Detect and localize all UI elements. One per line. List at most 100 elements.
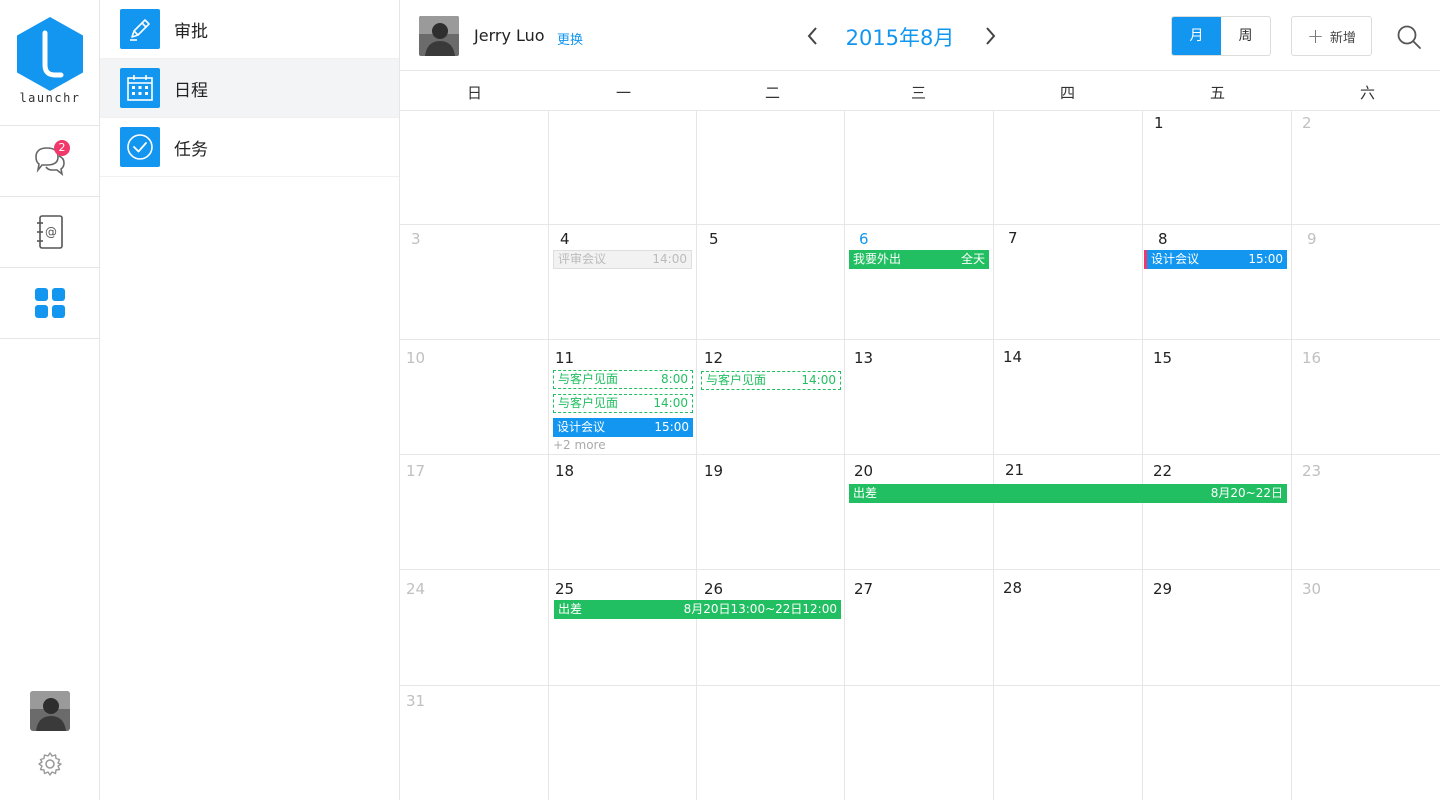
app-logo[interactable]: launchr (0, 0, 99, 126)
weekday-label: 五 (1209, 84, 1225, 102)
module-sidebar: 审批 日程 任务 (100, 0, 400, 800)
prev-month-button[interactable] (805, 24, 821, 52)
sidebar-item-label: 任务 (174, 139, 208, 160)
user-name: Jerry Luo (474, 26, 545, 45)
day-number[interactable]: 18 (555, 462, 574, 480)
day-number[interactable]: 16 (1302, 349, 1321, 367)
grid-line (1291, 111, 1292, 800)
event-title: 我要外出 (853, 252, 902, 266)
event-time: 15:00 (1248, 252, 1283, 266)
day-number[interactable]: 30 (1302, 580, 1321, 598)
grid-line (400, 569, 1440, 570)
apps-grid-icon (34, 288, 65, 318)
day-number[interactable]: 19 (704, 462, 723, 480)
calendar-event[interactable]: 设计会议 15:00 (553, 418, 693, 437)
calendar-event[interactable]: 与客户见面 14:00 (553, 394, 693, 413)
search-button[interactable] (1396, 24, 1422, 54)
event-title: 与客户见面 (558, 396, 619, 410)
event-time: 14:00 (653, 396, 688, 410)
day-number[interactable]: 29 (1153, 580, 1172, 598)
day-number[interactable]: 27 (854, 580, 873, 598)
sidebar-item-label: 日程 (174, 80, 208, 101)
day-number[interactable]: 2 (1302, 114, 1312, 132)
grid-line (1142, 111, 1143, 800)
chevron-right-icon (986, 27, 996, 45)
event-title: 与客户见面 (706, 373, 767, 387)
svg-text:@: @ (45, 225, 57, 239)
calendar-event[interactable]: 与客户见面 8:00 (553, 370, 693, 389)
settings-button[interactable] (37, 751, 63, 781)
more-events-link[interactable]: +2 more (553, 438, 606, 452)
launchr-logo-icon (17, 17, 83, 91)
view-week-button[interactable]: 周 (1221, 17, 1270, 55)
day-number[interactable]: 17 (406, 462, 425, 480)
weekday-label: 一 (615, 84, 631, 102)
event-title: 出差 (853, 486, 878, 500)
calendar-event[interactable]: 我要外出 全天 (849, 250, 989, 269)
event-title: 设计会议 (1151, 252, 1200, 266)
add-event-button[interactable]: + 新增 (1291, 16, 1372, 56)
calendar-header: Jerry Luo 更换 2015年8月 月 周 + 新增 (400, 0, 1440, 71)
day-number[interactable]: 10 (406, 349, 425, 367)
event-time: 8:00 (661, 372, 688, 386)
sidebar-item-schedule[interactable]: 日程 (100, 59, 399, 118)
add-event-label: 新增 (1329, 30, 1356, 46)
grid-line (400, 454, 1440, 455)
day-number-today[interactable]: 6 (859, 230, 869, 248)
day-number[interactable]: 4 (560, 230, 570, 248)
calendar-event[interactable]: 设计会议 15:00 (1144, 250, 1287, 269)
day-number[interactable]: 25 (555, 580, 574, 598)
day-number[interactable]: 24 (406, 580, 425, 598)
sidebar-item-tasks[interactable]: 任务 (100, 118, 399, 177)
schedule-icon-box (120, 68, 160, 108)
day-number[interactable]: 7 (1008, 229, 1018, 247)
day-number[interactable]: 15 (1153, 349, 1172, 367)
day-number[interactable]: 5 (709, 230, 719, 248)
gear-icon (38, 752, 62, 776)
day-number[interactable]: 20 (854, 462, 873, 480)
sidebar-item-label: 审批 (174, 21, 208, 42)
event-time: 8月20~22日 (1210, 486, 1283, 500)
day-number[interactable]: 11 (555, 349, 574, 367)
weekday-label: 六 (1359, 84, 1375, 102)
calendar-event[interactable]: 出差 8月20~22日 (849, 484, 1287, 503)
rail-apps[interactable] (0, 268, 99, 339)
tasks-icon-box (120, 127, 160, 167)
view-month-button[interactable]: 月 (1172, 17, 1221, 55)
sidebar-item-approval[interactable]: 审批 (100, 0, 399, 59)
search-icon (1397, 25, 1421, 49)
calendar-event[interactable]: 评审会议 14:00 (553, 250, 692, 269)
day-number[interactable]: 23 (1302, 462, 1321, 480)
day-number[interactable]: 31 (406, 692, 425, 710)
day-number[interactable]: 8 (1158, 230, 1168, 248)
calendar-event[interactable]: 与客户见面 14:00 (701, 371, 841, 390)
event-title: 评审会议 (558, 252, 607, 266)
day-number[interactable]: 26 (704, 580, 723, 598)
pen-icon (130, 19, 150, 41)
day-number[interactable]: 14 (1003, 348, 1022, 366)
day-number[interactable]: 22 (1153, 462, 1172, 480)
next-month-button[interactable] (982, 24, 998, 52)
event-title: 设计会议 (557, 420, 606, 434)
grid-line (844, 111, 845, 800)
event-title: 出差 (558, 602, 583, 616)
rail-messages[interactable]: 2 (0, 126, 99, 197)
day-number[interactable]: 9 (1307, 230, 1317, 248)
calendar-event[interactable]: 出差 8月20日13:00~22日12:00 (554, 600, 841, 619)
avatar-photo-icon (30, 691, 70, 731)
day-number[interactable]: 3 (411, 230, 421, 248)
day-number[interactable]: 13 (854, 349, 873, 367)
rail-contacts[interactable]: @ (0, 197, 99, 268)
weekday-header: 日 一 二 三 四 五 六 (400, 71, 1440, 111)
grid-line (400, 685, 1440, 686)
day-number[interactable]: 1 (1154, 114, 1164, 132)
day-number[interactable]: 28 (1003, 579, 1022, 597)
my-avatar[interactable] (30, 691, 70, 731)
app-rail: launchr 2 @ (0, 0, 100, 800)
switch-user-link[interactable]: 更换 (557, 29, 583, 48)
approval-icon-box (120, 9, 160, 49)
day-number[interactable]: 21 (1005, 461, 1024, 479)
user-avatar[interactable] (419, 16, 459, 56)
day-number[interactable]: 12 (704, 349, 723, 367)
weekday-label: 二 (764, 84, 780, 102)
